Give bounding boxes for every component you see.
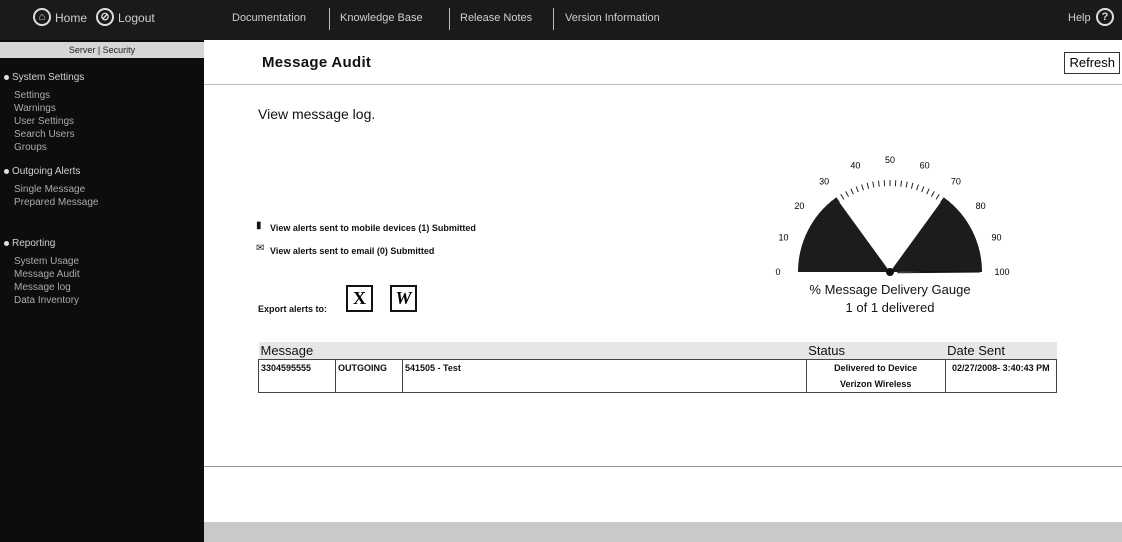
gauge-tick bbox=[926, 188, 930, 195]
nav-link-knowledge-base[interactable]: Knowledge Base bbox=[340, 12, 423, 24]
logout-icon[interactable]: ⊘ bbox=[96, 8, 114, 26]
table-header-row: Message Status Date Sent bbox=[258, 342, 1057, 360]
home-link[interactable]: Home bbox=[55, 11, 87, 25]
gauge-tick bbox=[850, 188, 854, 195]
gauge-left-wedge bbox=[798, 197, 890, 272]
sidebar-tabs[interactable]: Server | Security bbox=[0, 42, 204, 58]
gauge-tick-label: 10 bbox=[778, 232, 788, 242]
gauge-pivot bbox=[886, 268, 894, 276]
sidebar: Server | Security System Settings Settin… bbox=[0, 40, 204, 542]
gauge-needle bbox=[897, 270, 981, 274]
sidebar-section-system-settings[interactable]: System Settings bbox=[4, 72, 84, 83]
sidebar-item-data-inventory[interactable]: Data Inventory bbox=[14, 295, 79, 306]
refresh-button[interactable]: Refresh bbox=[1064, 52, 1120, 74]
gauge-tick bbox=[905, 181, 908, 188]
column-header-status[interactable]: Status bbox=[806, 342, 946, 360]
logout-link[interactable]: Logout bbox=[118, 11, 155, 25]
sidebar-item-search-users[interactable]: Search Users bbox=[14, 129, 75, 140]
gauge-tick bbox=[935, 194, 940, 200]
gauge-tick-label: 40 bbox=[850, 160, 860, 170]
envelope-icon: ✉ bbox=[256, 243, 265, 254]
nav-divider bbox=[449, 8, 450, 30]
bullet-icon bbox=[4, 168, 9, 174]
cell-message: 541505 - Test bbox=[402, 359, 807, 393]
gauge-tick bbox=[900, 180, 903, 187]
table-row[interactable]: 3304595555 OUTGOING 541505 - Test Delive… bbox=[258, 359, 1058, 393]
gauge-tick bbox=[845, 191, 850, 197]
gauge-tick bbox=[866, 182, 870, 189]
status-line: Delivered to Device bbox=[834, 363, 918, 373]
mobile-alerts-link[interactable]: View alerts sent to mobile devices (1) S… bbox=[270, 223, 476, 233]
gauge-tick bbox=[930, 191, 935, 197]
gauge-right-wedge bbox=[890, 197, 982, 272]
export-word-icon[interactable]: W bbox=[390, 285, 417, 312]
gauge-tick-label: 20 bbox=[794, 201, 804, 211]
sidebar-item-settings[interactable]: Settings bbox=[14, 90, 50, 101]
cell-date-sent: 02/27/2008- 3:40:43 PM bbox=[944, 359, 1058, 393]
section-label: System Settings bbox=[12, 72, 85, 83]
sidebar-item-groups[interactable]: Groups bbox=[14, 142, 47, 153]
bullet-icon bbox=[4, 240, 9, 246]
export-excel-icon[interactable]: X bbox=[346, 285, 373, 312]
page-description: View message log. bbox=[258, 106, 376, 122]
help-link[interactable]: Help bbox=[1068, 12, 1091, 24]
gauge-tick bbox=[921, 186, 925, 193]
cell-number: 3304595555 bbox=[258, 359, 336, 393]
cell-status: Delivered to Device Verizon Wireless bbox=[805, 359, 946, 393]
gauge-subtitle: 1 of 1 delivered bbox=[845, 300, 935, 315]
gauge-tick bbox=[910, 182, 914, 189]
sidebar-item-message-audit[interactable]: Message Audit bbox=[14, 269, 80, 280]
help-icon[interactable]: ? bbox=[1096, 8, 1114, 26]
delivery-gauge: 0 10 20 30 40 50 60 70 80 90 100 bbox=[775, 155, 1009, 277]
nav-link-version-information[interactable]: Version Information bbox=[565, 12, 660, 24]
top-navigation-bar: ⌂ Home ⊘ Logout Documentation Knowledge … bbox=[0, 0, 1122, 40]
gauge-tick bbox=[855, 186, 859, 193]
column-header-message[interactable]: Message bbox=[258, 342, 807, 360]
status-carrier: Verizon Wireless bbox=[839, 379, 912, 389]
gauge-tick-label: 30 bbox=[819, 176, 829, 186]
footer-bar bbox=[204, 522, 1122, 542]
export-label: Export alerts to: bbox=[258, 304, 328, 314]
sidebar-item-prepared-message[interactable]: Prepared Message bbox=[14, 197, 99, 208]
nav-divider bbox=[329, 8, 330, 30]
gauge-tick bbox=[840, 194, 845, 200]
gauge-tick-label: 80 bbox=[976, 201, 986, 211]
sidebar-item-system-usage[interactable]: System Usage bbox=[14, 256, 79, 267]
message-table: Message Status Date Sent 3304595555 OUTG… bbox=[258, 342, 1058, 393]
sidebar-item-user-settings[interactable]: User Settings bbox=[14, 116, 74, 127]
column-header-date-sent[interactable]: Date Sent bbox=[945, 342, 1057, 360]
divider bbox=[204, 466, 1122, 467]
gauge-tick-label: 70 bbox=[951, 176, 961, 186]
gauge-tick bbox=[861, 184, 864, 191]
gauge-tick-label: 60 bbox=[920, 160, 930, 170]
bullet-icon bbox=[4, 74, 9, 80]
gauge-tick-label: 100 bbox=[994, 267, 1009, 277]
gauge-tick-label: 50 bbox=[885, 155, 895, 165]
gauge-tick-label: 0 bbox=[775, 267, 780, 277]
nav-link-release-notes[interactable]: Release Notes bbox=[460, 12, 532, 24]
page-header: Message Audit Refresh bbox=[204, 46, 1122, 85]
sidebar-item-message-log[interactable]: Message log bbox=[14, 282, 71, 293]
section-label: Reporting bbox=[12, 238, 56, 249]
page-title: Message Audit bbox=[262, 54, 372, 71]
nav-divider bbox=[553, 8, 554, 30]
gauge-tick-label: 90 bbox=[992, 232, 1002, 242]
gauge-title: % Message Delivery Gauge bbox=[809, 282, 971, 297]
gauge-tick bbox=[877, 180, 880, 187]
nav-link-documentation[interactable]: Documentation bbox=[232, 12, 306, 24]
sidebar-item-single-message[interactable]: Single Message bbox=[14, 184, 85, 195]
sidebar-section-reporting[interactable]: Reporting bbox=[4, 238, 55, 249]
email-alerts-link[interactable]: View alerts sent to email (0) Submitted bbox=[270, 246, 434, 256]
gauge-tick bbox=[916, 184, 919, 191]
home-icon[interactable]: ⌂ bbox=[33, 8, 51, 26]
section-label: Outgoing Alerts bbox=[12, 166, 81, 177]
sidebar-section-outgoing-alerts[interactable]: Outgoing Alerts bbox=[4, 166, 80, 177]
mobile-device-icon: ▮ bbox=[256, 220, 262, 231]
cell-direction: OUTGOING bbox=[335, 359, 403, 393]
sidebar-item-warnings[interactable]: Warnings bbox=[14, 103, 56, 114]
gauge-tick bbox=[872, 181, 875, 188]
